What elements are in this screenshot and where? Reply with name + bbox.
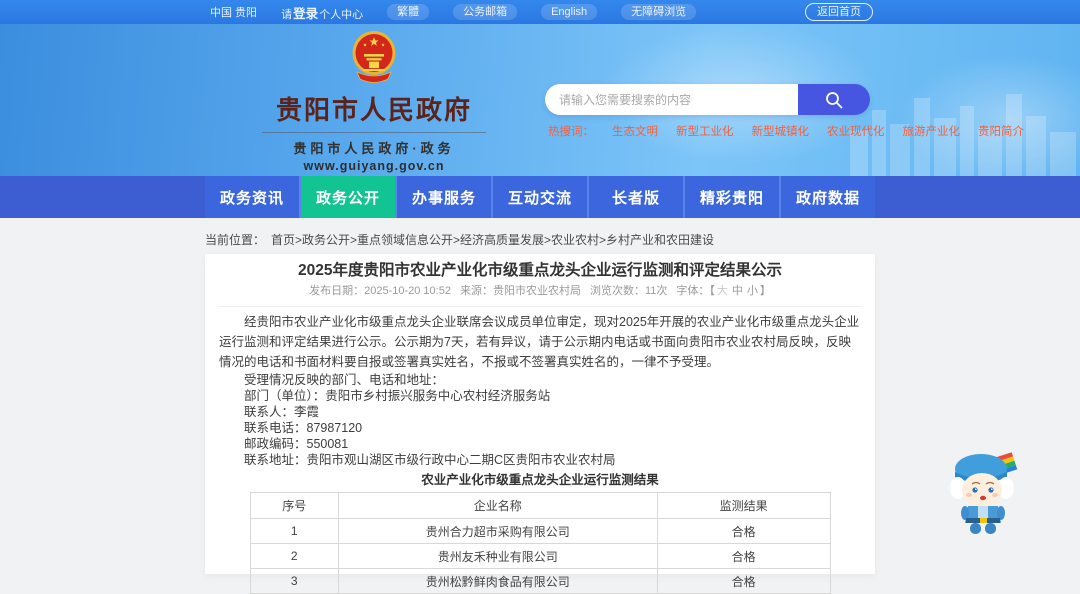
breadcrumb-label: 当前位置：: [205, 233, 266, 247]
login-bold: 登录: [293, 6, 319, 21]
source-label: 来源：: [459, 285, 493, 297]
views-value: 11次: [644, 285, 668, 297]
topbar-links: 中国 贵阳 请登录个人中心 繁體 公务邮箱 English 无障碍浏览: [210, 3, 697, 22]
main-nav-items: 政务资讯 政务公开 办事服务 互动交流 长者版 精彩贵阳 政府数据: [205, 176, 875, 218]
topbar: 中国 贵阳 请登录个人中心 繁體 公务邮箱 English 无障碍浏览 返回首页: [0, 0, 1080, 24]
hot-word-link[interactable]: 新型工业化: [676, 123, 734, 139]
search-icon: [826, 91, 843, 108]
search-button[interactable]: [798, 84, 870, 115]
cell-company: 贵州松黔鲜肉食品有限公司: [337, 568, 658, 594]
topbar-login-link[interactable]: 请登录个人中心: [281, 3, 363, 22]
font-size-large-button[interactable]: 大: [717, 285, 728, 297]
site-title: 贵阳市人民政府: [275, 95, 472, 125]
header-index: 序号: [249, 492, 339, 519]
table-row: 1 贵州合力超市采购有限公司 合格: [249, 518, 831, 544]
article-title: 2025年度贵阳市农业产业化市级重点龙头企业运行监测和评定结果公示: [298, 262, 782, 279]
nav-item-zhengwugongkai[interactable]: 政务公开: [299, 176, 395, 218]
cell-result: 合格: [656, 568, 831, 594]
header-result: 监测结果: [656, 492, 831, 519]
cell-index: 3: [249, 568, 339, 594]
header-company: 企业名称: [337, 492, 658, 519]
contact-person: 联系人：李霞: [244, 405, 320, 419]
publish-date-label: 发布日期：: [309, 285, 365, 297]
cell-company: 贵州友禾种业有限公司: [337, 543, 658, 569]
mascot-assistant[interactable]: [946, 447, 1022, 535]
contact-phone: 联系电话：87987120: [244, 421, 363, 435]
hot-word-link[interactable]: 新型城镇化: [752, 123, 810, 139]
nav-item-zhangzheban[interactable]: 长者版: [587, 176, 683, 218]
login-prefix: 请: [281, 8, 293, 21]
table-row: 3 贵州松黔鲜肉食品有限公司 合格: [249, 568, 831, 594]
cell-index: 2: [249, 543, 339, 569]
article-card: 2025年度贵阳市农业产业化市级重点龙头企业运行监测和评定结果公示 发布日期：2…: [205, 254, 875, 594]
site-logo-block[interactable]: 贵阳市人民政府 贵阳市人民政府·政务 www.guiyang.gov.cn: [240, 30, 508, 173]
source-value: 贵阳市农业农村局: [492, 285, 581, 297]
views-label: 浏览次数：: [589, 285, 645, 297]
article-body: 经贵阳市农业产业化市级重点龙头企业联席会议成员单位审定，现对2025年开展的农业…: [219, 312, 861, 468]
search-input[interactable]: [545, 84, 798, 115]
font-size-label: 字体：: [676, 285, 710, 297]
main-nav: 政务资讯 政务公开 办事服务 互动交流 长者版 精彩贵阳 政府数据: [0, 176, 1080, 218]
national-emblem-logo: [352, 31, 396, 83]
breadcrumb-path[interactable]: 首页>政务公开>重点领域信息公开>经济高质量发展>农业农村>乡村产业和农田建设: [271, 233, 714, 247]
article-paragraph: 受理情况反映的部门、电话和地址：: [244, 373, 445, 387]
nav-item-zhengfushuju[interactable]: 政府数据: [779, 176, 875, 218]
topbar-english-link[interactable]: English: [541, 4, 598, 20]
site-banner: 贵阳市人民政府 贵阳市人民政府·政务 www.guiyang.gov.cn 热搜…: [0, 24, 1080, 176]
publish-date-value: 2025-10-20 10:52: [364, 285, 451, 297]
font-size-bracket: 【: [709, 285, 715, 297]
nav-item-zhengwuzixun[interactable]: 政务资讯: [205, 176, 299, 218]
hot-word-link[interactable]: 生态文明: [612, 123, 658, 139]
contact-department: 部门（单位）：贵阳市乡村振兴服务中心农村经济服务站: [244, 389, 551, 403]
meta-divider: [219, 306, 861, 307]
hot-word-link[interactable]: 农业现代化: [827, 123, 885, 139]
hot-word-link[interactable]: 贵阳简介: [978, 123, 1024, 139]
nav-item-jingcaiguiyang[interactable]: 精彩贵阳: [683, 176, 779, 218]
table-header-row: 序号 企业名称 监测结果: [249, 492, 831, 519]
contact-postcode: 邮政编码：550081: [244, 437, 349, 451]
site-subtitle: 贵阳市人民政府·政务: [262, 132, 486, 157]
results-table-title: 农业产业化市级重点龙头企业运行监测结果: [421, 473, 659, 487]
cell-company: 贵州合力超市采购有限公司: [337, 518, 658, 544]
hot-word-link[interactable]: 旅游产业化: [903, 123, 961, 139]
contact-address: 联系地址：贵阳市观山湖区市级行政中心二期C区贵阳市农业农村局: [244, 453, 616, 467]
search-bar: [545, 84, 870, 115]
topbar-mail-link[interactable]: 公务邮箱: [453, 4, 518, 20]
hot-search-label: 热搜词：: [548, 126, 594, 138]
breadcrumb: 当前位置： 首页>政务公开>重点领域信息公开>经济高质量发展>农业农村>乡村产业和…: [205, 231, 714, 248]
font-size-small-button[interactable]: 小: [747, 285, 758, 297]
cell-result: 合格: [656, 543, 831, 569]
login-suffix: 个人中心: [319, 8, 364, 21]
table-row: 2 贵州友禾种业有限公司 合格: [249, 543, 831, 569]
article-meta: 发布日期：2025-10-20 10:52 来源：贵阳市农业农村局 浏览次数：11次…: [205, 285, 875, 298]
site-url: www.guiyang.gov.cn: [303, 159, 445, 173]
back-home-button[interactable]: 返回首页: [805, 3, 873, 21]
topbar-accessibility-link[interactable]: 无障碍浏览: [621, 4, 697, 20]
topbar-region-link[interactable]: 中国 贵阳: [210, 4, 257, 20]
font-size-bracket: 】: [759, 285, 771, 297]
article-paragraph: 经贵阳市农业产业化市级重点龙头企业联席会议成员单位审定，现对2025年开展的农业…: [219, 315, 860, 369]
topbar-traditional-link[interactable]: 繁體: [387, 4, 430, 20]
cell-index: 1: [249, 518, 339, 544]
nav-item-banshifuwu[interactable]: 办事服务: [395, 176, 491, 218]
hot-search-row: 热搜词： 生态文明 新型工业化 新型城镇化 农业现代化 旅游产业化 贵阳简介: [548, 123, 1024, 139]
results-table: 序号 企业名称 监测结果 1 贵州合力超市采购有限公司 合格 2 贵州友禾种业有…: [249, 492, 831, 594]
font-size-medium-button[interactable]: 中: [732, 285, 743, 297]
nav-item-hudongjiaoliu[interactable]: 互动交流: [491, 176, 587, 218]
cell-result: 合格: [656, 518, 831, 544]
